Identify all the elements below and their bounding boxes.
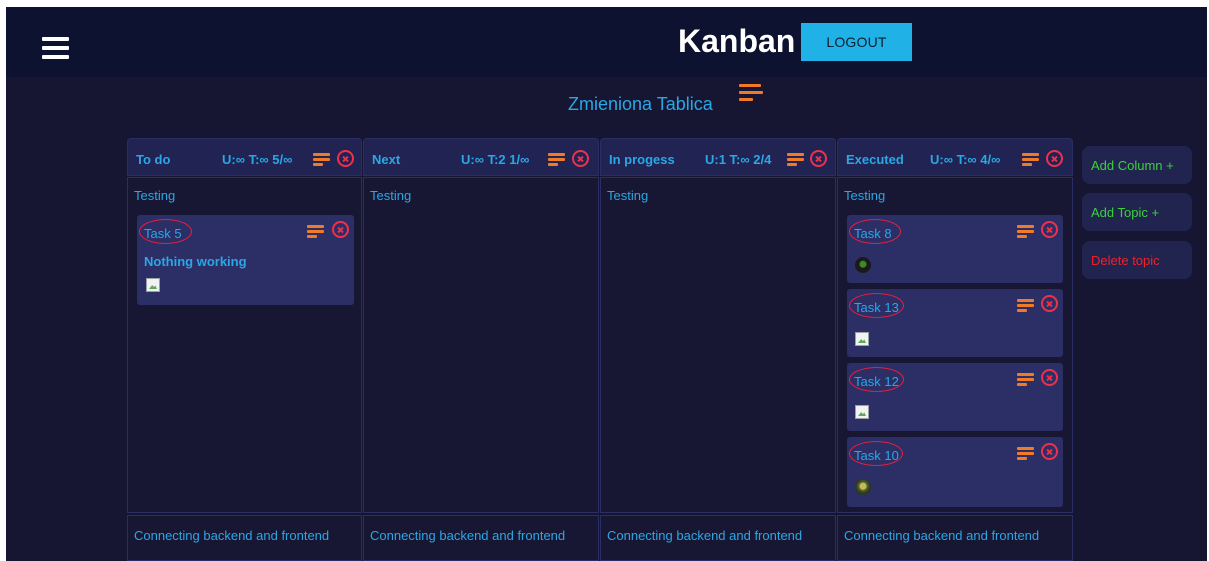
column-header-executed: Executed U:∞ T:∞ 4/∞: [837, 138, 1073, 176]
column-header-in-progress: In progess U:1 T:∞ 2/4: [600, 138, 836, 176]
column-menu-icon[interactable]: [313, 153, 330, 166]
task-menu-icon[interactable]: [1017, 373, 1034, 386]
column-name: Executed: [846, 152, 904, 167]
column-body-executed: Testing Task 8 Task 13 Task 12 Task 10: [837, 177, 1073, 513]
broken-image-icon: [855, 332, 869, 346]
app-title: Kanban: [678, 23, 796, 59]
topic-label: Connecting backend and frontend: [607, 528, 803, 543]
topic-label: Testing: [607, 188, 649, 203]
kanban-app: Kanban LOGOUT Zmieniona Tablica To do U:…: [6, 7, 1207, 561]
task-card[interactable]: Task 5 Nothing working: [137, 215, 354, 305]
column-body-todo: Testing Task 5 Nothing working: [127, 177, 362, 513]
topic-label: Connecting backend and frontend: [134, 528, 330, 543]
task-title: Task 8: [854, 226, 892, 241]
task-card[interactable]: Task 13: [847, 289, 1063, 357]
add-column-button[interactable]: Add Column +: [1082, 146, 1192, 184]
close-icon[interactable]: [1041, 295, 1058, 312]
column-limits: U:∞ T:∞ 5/∞: [222, 152, 293, 167]
topic-label: Testing: [134, 188, 176, 203]
column-menu-icon[interactable]: [548, 153, 565, 166]
task-card[interactable]: Task 8: [847, 215, 1063, 283]
column-footer-in-progress: Connecting backend and frontend: [600, 515, 836, 561]
column-menu-icon[interactable]: [787, 153, 804, 166]
board-menu-icon[interactable]: [739, 84, 763, 104]
task-card[interactable]: Task 12: [847, 363, 1063, 431]
task-description: Nothing working: [144, 254, 247, 269]
task-menu-icon[interactable]: [1017, 299, 1034, 312]
avatar: [855, 257, 871, 273]
column-header-next: Next U:∞ T:2 1/∞: [363, 138, 599, 176]
broken-image-icon: [855, 405, 869, 419]
board-title: Zmieniona Tablica: [568, 94, 713, 114]
logout-button[interactable]: LOGOUT: [801, 23, 912, 61]
column-header-todo: To do U:∞ T:∞ 5/∞: [127, 138, 362, 176]
task-title: Task 5: [144, 226, 182, 241]
close-icon[interactable]: [1041, 369, 1058, 386]
topic-label: Testing: [370, 188, 412, 203]
task-title: Task 13: [854, 300, 899, 315]
task-menu-icon[interactable]: [1017, 225, 1034, 238]
topic-label: Connecting backend and frontend: [844, 528, 1040, 543]
close-icon[interactable]: [810, 150, 827, 167]
add-topic-button[interactable]: Add Topic +: [1082, 193, 1192, 231]
column-limits: U:∞ T:2 1/∞: [461, 152, 530, 167]
close-icon[interactable]: [1046, 150, 1063, 167]
task-menu-icon[interactable]: [1017, 447, 1034, 460]
task-title: Task 10: [854, 448, 899, 463]
column-name: Next: [372, 152, 401, 167]
column-name: To do: [136, 152, 171, 167]
column-body-in-progress: Testing: [600, 177, 836, 513]
delete-topic-button[interactable]: Delete topic: [1082, 241, 1192, 279]
avatar: [855, 479, 871, 495]
close-icon[interactable]: [1041, 221, 1058, 238]
close-icon[interactable]: [332, 221, 349, 238]
column-name: In progess: [609, 152, 675, 167]
close-icon[interactable]: [572, 150, 589, 167]
column-limits: U:1 T:∞ 2/4: [705, 152, 772, 167]
column-footer-next: Connecting backend and frontend: [363, 515, 599, 561]
topic-label: Connecting backend and frontend: [370, 528, 566, 543]
topic-label: Testing: [844, 188, 886, 203]
column-limits: U:∞ T:∞ 4/∞: [930, 152, 1001, 167]
broken-image-icon: [146, 278, 160, 292]
task-title: Task 12: [854, 374, 899, 389]
task-card[interactable]: Task 10: [847, 437, 1063, 507]
top-bar: Kanban LOGOUT: [6, 7, 1207, 77]
hamburger-icon[interactable]: [42, 37, 69, 59]
column-footer-todo: Connecting backend and frontend: [127, 515, 362, 561]
close-icon[interactable]: [337, 150, 354, 167]
task-menu-icon[interactable]: [307, 225, 324, 238]
column-menu-icon[interactable]: [1022, 153, 1039, 166]
column-footer-executed: Connecting backend and frontend: [837, 515, 1073, 561]
close-icon[interactable]: [1041, 443, 1058, 460]
column-body-next: Testing: [363, 177, 599, 513]
